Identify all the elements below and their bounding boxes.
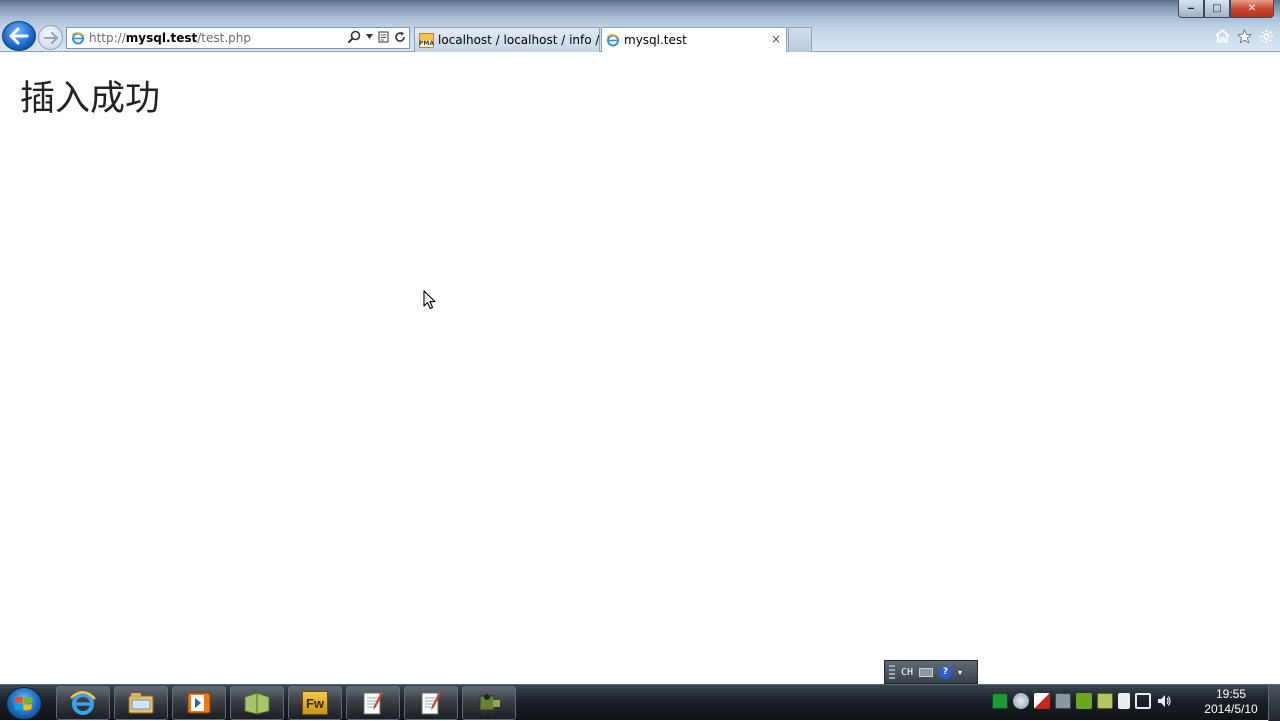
capture-icon bbox=[479, 694, 500, 715]
browser-chrome: ‒ □ ✕ http://mysql.test/test.php PMA loc… bbox=[0, 0, 1280, 52]
fireworks-icon: Fw bbox=[302, 691, 328, 715]
back-button[interactable] bbox=[2, 21, 36, 51]
volume-icon[interactable] bbox=[1156, 693, 1172, 709]
taskbar-clock[interactable]: 19:55 2014/5/10 bbox=[1196, 687, 1266, 717]
taskbar-fireworks-button[interactable]: Fw bbox=[288, 686, 342, 720]
ime-language-bar[interactable]: CH ? ▾ bbox=[884, 660, 978, 684]
taskbar-explorer-button[interactable] bbox=[114, 686, 168, 720]
flag-icon[interactable] bbox=[1034, 693, 1050, 709]
address-url[interactable]: http://mysql.test/test.php bbox=[89, 31, 251, 45]
system-tray bbox=[992, 693, 1172, 709]
arrow-left-icon bbox=[9, 27, 29, 45]
phpmyadmin-icon: PMA bbox=[419, 32, 434, 48]
security-shield-icon[interactable] bbox=[992, 693, 1008, 709]
keyboard-icon[interactable] bbox=[919, 667, 934, 677]
minimize-button[interactable]: ‒ bbox=[1178, 0, 1204, 18]
ie-icon bbox=[70, 691, 96, 715]
network-globe-icon[interactable] bbox=[1013, 693, 1029, 709]
taskbar: Fw 19:55 2014/5/10 bbox=[0, 684, 1280, 721]
ie-page-icon bbox=[71, 32, 85, 45]
search-icon[interactable] bbox=[348, 30, 361, 43]
start-button[interactable] bbox=[6, 687, 42, 720]
page-heading: 插入成功 bbox=[20, 79, 161, 119]
ie-page-icon bbox=[606, 34, 620, 47]
monitor-icon[interactable] bbox=[1097, 693, 1113, 709]
tab-label: localhost / localhost / info /... bbox=[438, 33, 600, 47]
drag-grip-icon[interactable] bbox=[889, 665, 895, 679]
taskbar-notepad-button[interactable] bbox=[346, 686, 400, 720]
taskbar-capture-button[interactable] bbox=[462, 686, 516, 720]
tab-label: mysql.test bbox=[624, 33, 687, 47]
usb-icon[interactable] bbox=[1118, 693, 1130, 709]
clock-date: 2014/5/10 bbox=[1204, 702, 1258, 716]
chevron-down-icon[interactable]: ▾ bbox=[958, 668, 962, 677]
tab-phpmyadmin[interactable]: PMA localhost / localhost / info /... bbox=[414, 27, 600, 52]
nvidia-icon[interactable] bbox=[1076, 693, 1092, 709]
tab-mysql-test[interactable]: mysql.test × bbox=[601, 27, 787, 52]
settings-gear-icon[interactable] bbox=[1258, 28, 1274, 44]
address-tools bbox=[348, 30, 406, 43]
media-player-icon bbox=[187, 692, 211, 714]
maximize-button[interactable]: □ bbox=[1204, 0, 1230, 18]
new-tab-button[interactable] bbox=[788, 27, 812, 52]
mouse-cursor-icon bbox=[423, 290, 436, 310]
clock-time: 19:55 bbox=[1215, 687, 1247, 701]
taskbar-media-player-button[interactable] bbox=[172, 686, 226, 720]
network-icon[interactable] bbox=[1135, 693, 1151, 709]
notepad-icon bbox=[363, 692, 383, 715]
taskbar-book-button[interactable] bbox=[230, 686, 284, 720]
notepad-icon bbox=[421, 692, 441, 715]
book-icon bbox=[244, 692, 270, 715]
address-bar[interactable]: http://mysql.test/test.php bbox=[66, 27, 410, 49]
taskbar-notepad-button-2[interactable] bbox=[404, 686, 458, 720]
help-icon[interactable]: ? bbox=[939, 665, 953, 679]
display-icon[interactable] bbox=[1055, 693, 1071, 709]
dropdown-arrow-icon[interactable] bbox=[366, 34, 373, 39]
favorites-star-icon[interactable] bbox=[1236, 28, 1252, 44]
windows-logo-icon bbox=[15, 696, 33, 710]
arrow-right-icon bbox=[43, 31, 58, 44]
ime-language[interactable]: CH bbox=[901, 667, 913, 678]
forward-button[interactable] bbox=[38, 25, 63, 50]
explorer-icon bbox=[128, 693, 154, 714]
close-window-button[interactable]: ✕ bbox=[1230, 0, 1274, 18]
compatibility-view-icon[interactable] bbox=[378, 30, 389, 43]
taskbar-ie-button[interactable] bbox=[56, 686, 110, 720]
close-tab-icon[interactable]: × bbox=[771, 32, 781, 46]
window-caption-buttons: ‒ □ ✕ bbox=[1178, 0, 1274, 19]
refresh-icon[interactable] bbox=[394, 31, 406, 43]
show-desktop-button[interactable] bbox=[1268, 685, 1280, 721]
browser-toolbar bbox=[1214, 28, 1274, 44]
home-icon[interactable] bbox=[1214, 28, 1230, 44]
